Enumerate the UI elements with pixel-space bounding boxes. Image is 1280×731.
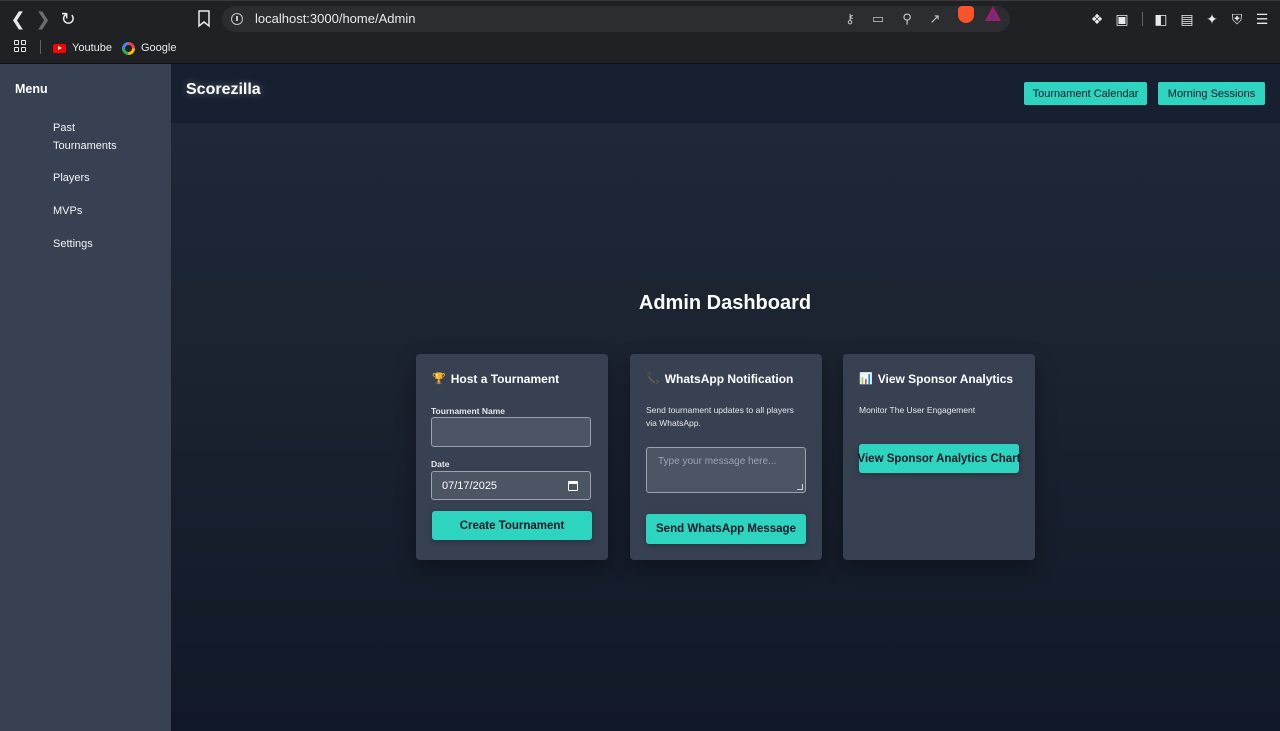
calendar-icon[interactable] <box>568 481 578 491</box>
card-title: WhatsApp Notification <box>664 372 794 386</box>
date-label: Date <box>431 459 450 469</box>
sponsor-analytics-card: 📊 View Sponsor Analytics Monitor The Use… <box>843 354 1035 560</box>
bookmark-google[interactable]: Google <box>122 40 176 56</box>
bookmark-youtube[interactable]: Youtube <box>53 40 112 56</box>
view-sponsor-analytics-button[interactable]: View Sponsor Analytics Chart <box>858 444 1020 473</box>
brave-shields-icon[interactable] <box>958 6 974 23</box>
host-tournament-card: 🏆 Host a Tournament Tournament Name Date… <box>416 354 608 560</box>
phone-icon: 📞 <box>646 373 660 385</box>
reload-icon[interactable]: ↻ <box>58 9 78 29</box>
sidebar-item-players[interactable]: Players <box>53 169 143 187</box>
card-header: 📞 WhatsApp Notification <box>646 372 793 386</box>
card-title: View Sponsor Analytics <box>877 372 1014 386</box>
bookmark-label: Google <box>141 42 177 54</box>
app-header: Scorezilla Tournament Calendar Morning S… <box>171 64 1280 123</box>
app-logo-text[interactable]: Scorezilla <box>186 81 261 99</box>
wallet-icon[interactable]: ▤ <box>1178 10 1196 28</box>
sidebar-toggle-icon[interactable]: ◧ <box>1152 10 1170 28</box>
share-icon[interactable]: ↗ <box>927 11 943 27</box>
bar-chart-icon: 📊 <box>859 373 873 385</box>
youtube-icon <box>53 43 66 53</box>
site-info-icon[interactable] <box>231 13 243 25</box>
extensions-icon[interactable]: ❖ <box>1088 10 1106 28</box>
page-title: Admin Dashboard <box>638 292 812 314</box>
bookmarks-divider <box>40 40 41 54</box>
morning-sessions-button[interactable]: Morning Sessions <box>1158 82 1265 105</box>
forward-icon[interactable]: ❯ <box>33 9 53 29</box>
message-textarea[interactable]: Type your message here... <box>646 447 806 493</box>
zoom-icon[interactable]: ⚲ <box>899 11 915 27</box>
card-title: Host a Tournament <box>450 372 560 386</box>
card-description: Send tournament updates to all players v… <box>646 405 794 428</box>
toolbar-divider <box>1142 12 1143 26</box>
bookmark-icon[interactable] <box>196 10 212 28</box>
bookmarks-bar <box>0 36 1280 64</box>
sidebar: Menu Past Tournaments Players MVPs Setti… <box>0 64 171 731</box>
card-description: Monitor The User Engagement <box>859 405 976 415</box>
date-input[interactable]: 07/17/2025 <box>431 471 591 500</box>
reader-mode-icon[interactable]: ▣ <box>1113 10 1131 28</box>
browser-toolbar: ❮ ❯ ↻ localhost:3000/home/Admin ⚷ ▭ ⚲ ↗ … <box>0 0 1280 36</box>
app-root: Menu Past Tournaments Players MVPs Setti… <box>0 64 1280 731</box>
date-value: 07/17/2025 <box>442 480 498 492</box>
create-tournament-button[interactable]: Create Tournament <box>432 511 592 540</box>
tournament-name-label: Tournament Name <box>431 406 505 416</box>
sidebar-item-settings[interactable]: Settings <box>53 235 143 253</box>
sidebar-item-mvps[interactable]: MVPs <box>53 202 143 220</box>
tournament-name-input[interactable] <box>431 417 591 447</box>
message-placeholder: Type your message here... <box>658 456 777 467</box>
sidebar-title: Menu <box>15 82 48 96</box>
apps-grid-icon[interactable] <box>14 40 28 54</box>
google-icon <box>122 41 135 55</box>
resize-handle[interactable] <box>797 484 803 490</box>
address-bar[interactable]: localhost:3000/home/Admin ⚷ ▭ ⚲ ↗ <box>222 6 1010 32</box>
sidebar-item-past-tournaments[interactable]: Past Tournaments <box>53 119 123 155</box>
card-header: 📊 View Sponsor Analytics <box>859 372 1013 386</box>
bookmark-label: Youtube <box>72 42 112 54</box>
leo-ai-icon[interactable]: ✦ <box>1203 10 1221 28</box>
url-text[interactable]: localhost:3000/home/Admin <box>255 11 415 26</box>
tournament-calendar-button[interactable]: Tournament Calendar <box>1024 82 1147 105</box>
back-icon[interactable]: ❮ <box>8 9 28 29</box>
send-whatsapp-button[interactable]: Send WhatsApp Message <box>646 514 806 544</box>
brave-rewards-icon[interactable] <box>985 6 1001 21</box>
card-header: 🏆 Host a Tournament <box>432 372 559 386</box>
cast-icon[interactable]: ▭ <box>870 11 886 27</box>
vpn-icon[interactable]: ⛨ <box>1228 10 1246 28</box>
trophy-icon: 🏆 <box>432 373 446 385</box>
whatsapp-notification-card: 📞 WhatsApp Notification Send tournament … <box>630 354 822 560</box>
key-icon[interactable]: ⚷ <box>842 11 858 27</box>
menu-icon[interactable]: ☰ <box>1253 10 1271 28</box>
